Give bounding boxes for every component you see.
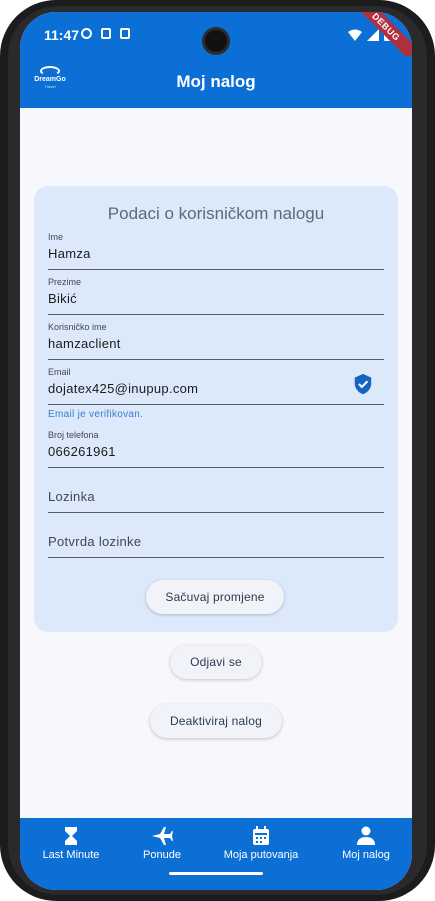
- nav-label-moja-putovanja: Moja putovanja: [223, 849, 299, 861]
- airplane-icon: [152, 827, 173, 845]
- email-label: Email: [48, 367, 71, 377]
- nav-item-moj-nalog[interactable]: Moj nalog: [334, 826, 398, 861]
- app-screen: 11:47 DEBUG DreamGo Travel Moj nalog Pod…: [20, 12, 412, 890]
- phone-field[interactable]: Broj telefona 066261961: [48, 430, 384, 468]
- first-name-label: Ime: [48, 232, 64, 242]
- deactivate-account-button[interactable]: Deaktiviraj nalog: [150, 704, 282, 738]
- app-bar: DreamGo Travel Moj nalog: [20, 56, 412, 108]
- sd-card-icon: [101, 28, 111, 39]
- status-notification-icons: [81, 28, 130, 39]
- account-details-card: Podaci o korisničkom nalogu Ime Hamza Pr…: [34, 186, 398, 632]
- confirm-password-placeholder: Potvrda lozinke: [48, 534, 142, 549]
- password-field[interactable]: Lozinka: [48, 473, 384, 513]
- username-label: Korisničko ime: [48, 322, 107, 332]
- email-field[interactable]: Email dojatex425@inupup.com: [48, 367, 384, 405]
- app-notification-icon: [120, 28, 130, 39]
- calendar-icon: [253, 826, 269, 845]
- hourglass-icon: [65, 827, 77, 845]
- front-camera: [202, 27, 230, 55]
- nav-label-moj-nalog: Moj nalog: [342, 849, 390, 861]
- email-value: dojatex425@inupup.com: [48, 381, 199, 396]
- bottom-navigation: Last Minute Ponude Moja putovanja Moj na…: [20, 818, 412, 890]
- nav-item-last-minute[interactable]: Last Minute: [36, 826, 106, 861]
- last-name-label: Prezime: [48, 277, 82, 287]
- password-placeholder: Lozinka: [48, 489, 95, 504]
- signal-icon: [367, 28, 379, 41]
- nav-label-ponude: Ponude: [143, 849, 181, 861]
- wifi-icon: [348, 29, 362, 41]
- nav-item-ponude[interactable]: Ponude: [128, 826, 196, 861]
- verified-shield-icon: [354, 373, 372, 395]
- phone-label: Broj telefona: [48, 430, 99, 440]
- card-title: Podaci o korisničkom nalogu: [107, 204, 325, 223]
- username-field[interactable]: Korisničko ime hamzaclient: [48, 322, 384, 360]
- logout-button[interactable]: Odjavi se: [170, 645, 262, 679]
- last-name-value: Bikić: [48, 291, 77, 306]
- shield-status-icon: [81, 28, 92, 39]
- email-verified-helper: Email je verifikovan.: [48, 409, 144, 420]
- username-value: hamzaclient: [48, 336, 121, 351]
- status-time: 11:47: [44, 27, 80, 43]
- home-indicator[interactable]: [169, 872, 263, 875]
- confirm-password-field[interactable]: Potvrda lozinke: [48, 518, 384, 558]
- page-title: Moj nalog: [176, 72, 256, 91]
- status-bar: 11:47 DEBUG: [20, 12, 412, 68]
- phone-value: 066261961: [48, 444, 116, 459]
- nav-label-last-minute: Last Minute: [42, 849, 100, 861]
- last-name-field[interactable]: Prezime Bikić: [48, 277, 384, 315]
- first-name-value: Hamza: [48, 246, 91, 261]
- nav-item-moja-putovanja[interactable]: Moja putovanja: [216, 826, 306, 861]
- save-changes-button[interactable]: Sačuvaj promjene: [146, 580, 284, 614]
- person-icon: [357, 826, 375, 845]
- first-name-field[interactable]: Ime Hamza: [48, 232, 384, 270]
